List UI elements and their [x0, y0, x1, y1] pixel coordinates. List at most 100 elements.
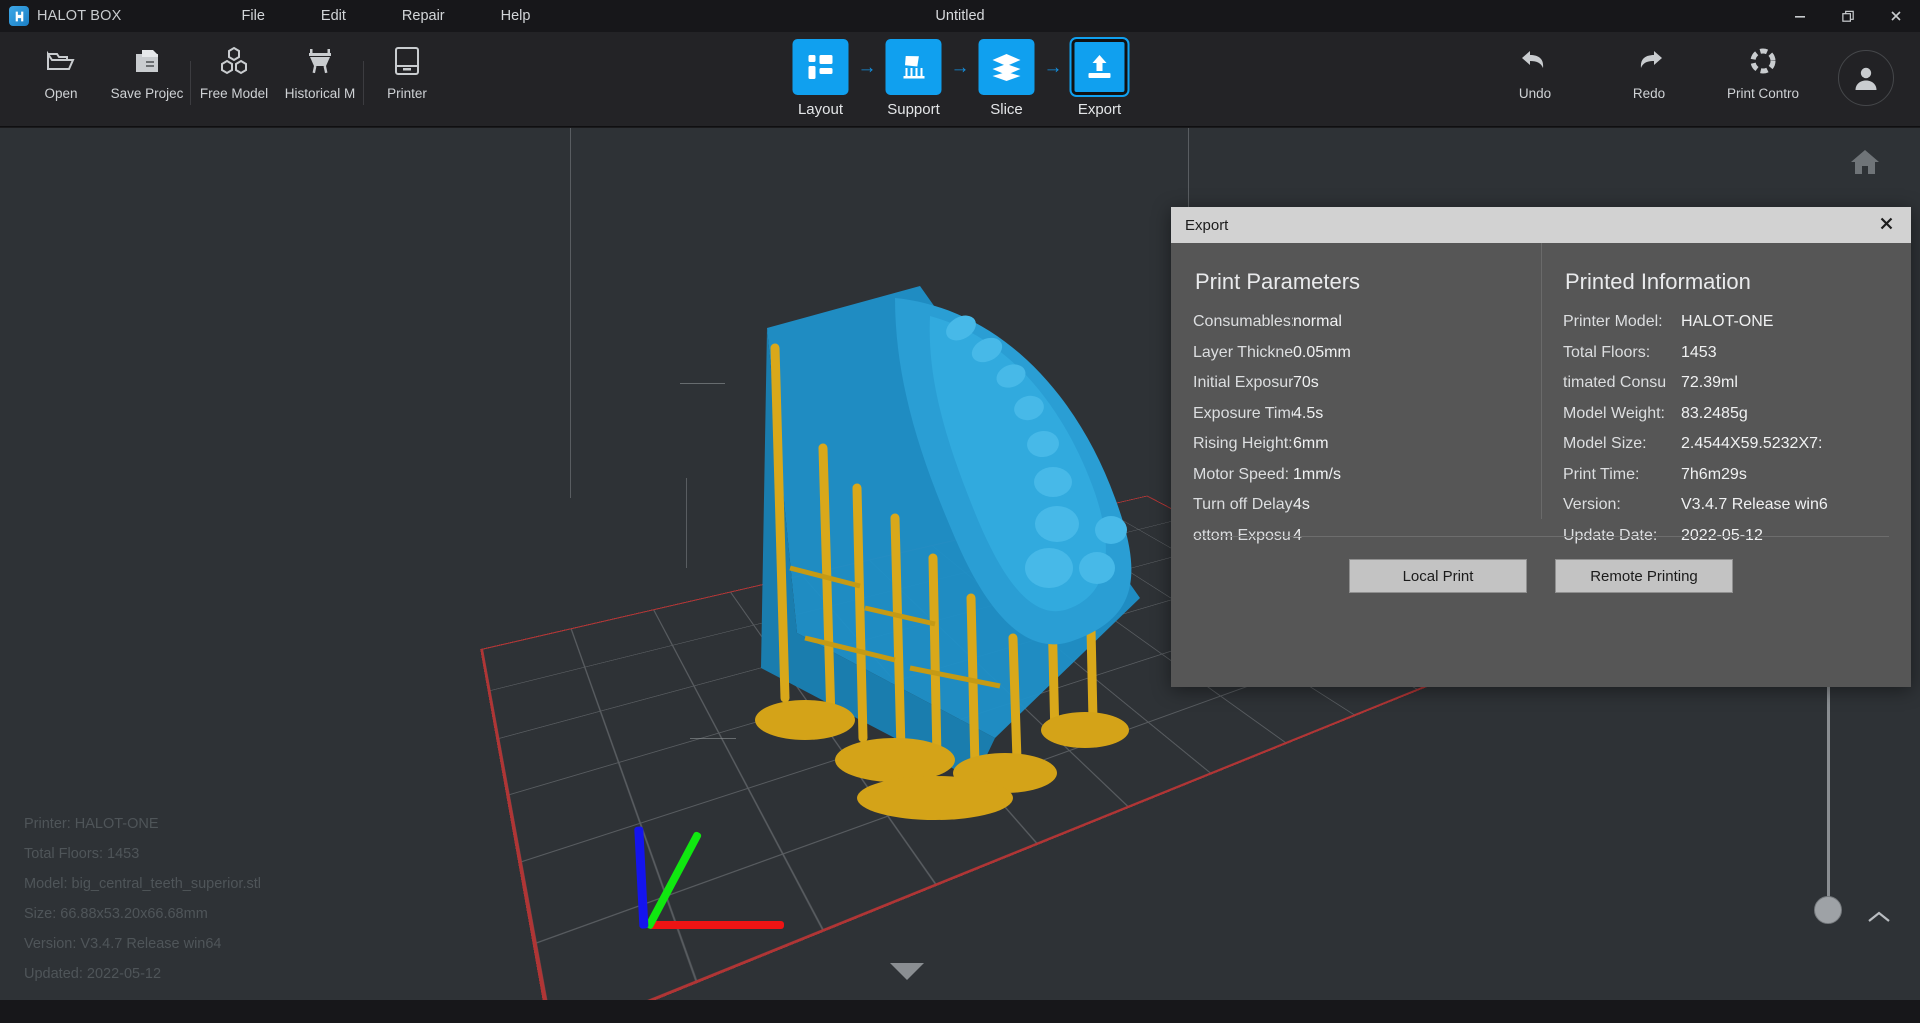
- save-project-icon: [133, 45, 161, 77]
- tool-historical-model[interactable]: Historical M: [277, 32, 363, 127]
- workflow-slice-label: Slice: [990, 101, 1023, 118]
- info-value: 72.39ml: [1681, 374, 1738, 391]
- print-parameters-heading: Print Parameters: [1195, 269, 1361, 294]
- workflow-export-label: Export: [1077, 101, 1122, 118]
- param-value: 4s: [1293, 496, 1310, 513]
- bottom-status-bar: [0, 1000, 1920, 1023]
- param-value: 6mm: [1293, 435, 1329, 452]
- info-row-total-floors: Total Floors: 1453: [1563, 344, 1889, 362]
- axis-gizmo: [634, 826, 800, 948]
- slider-knob[interactable]: [1814, 896, 1842, 924]
- view-slider[interactable]: [1808, 668, 1848, 938]
- chevron-up-icon[interactable]: [1866, 908, 1892, 931]
- tool-printer[interactable]: Printer: [364, 32, 450, 127]
- workflow-layout[interactable]: Layout: [792, 39, 849, 118]
- tool-free-model-label: Free Model: [199, 86, 269, 101]
- open-folder-icon: [46, 45, 76, 77]
- param-key: Motor Speed:: [1193, 465, 1290, 483]
- param-key: Exposure Time: [1193, 404, 1293, 422]
- column-divider: [1541, 243, 1542, 519]
- param-value: 4.5s: [1293, 404, 1324, 422]
- x-axis-indicator: [648, 921, 784, 929]
- tool-undo[interactable]: Undo: [1478, 32, 1592, 127]
- menu-repair[interactable]: Repair: [374, 8, 473, 24]
- param-key: Turn off Delay: [1193, 496, 1293, 513]
- redo-arrow-icon: [1634, 45, 1664, 77]
- export-dialog-titlebar: Export: [1171, 207, 1911, 243]
- title-bar: HALOT BOX File Edit Repair Help Untitled: [0, 0, 1920, 32]
- local-print-button[interactable]: Local Print: [1349, 559, 1527, 593]
- info-row-model-size: Model Size: 2.4544X59.5232X7:: [1563, 435, 1889, 453]
- minimize-button[interactable]: [1776, 0, 1824, 32]
- tool-redo[interactable]: Redo: [1592, 32, 1706, 127]
- tool-undo-label: Undo: [1518, 86, 1552, 101]
- workflow-layout-label: Layout: [797, 101, 844, 118]
- workflow-arrow-2: →: [950, 56, 970, 78]
- param-value: 1mm/s: [1293, 465, 1341, 483]
- tool-print-control[interactable]: Print Contro: [1706, 32, 1820, 127]
- workflow-slice[interactable]: Slice: [978, 39, 1035, 118]
- app-name: HALOT BOX: [37, 8, 122, 24]
- menu-file[interactable]: File: [214, 8, 293, 24]
- status-model: Model: big_central_teeth_superior.stl: [24, 876, 261, 892]
- param-value: normal: [1293, 313, 1342, 330]
- printed-information-heading: Printed Information: [1565, 269, 1751, 294]
- status-printer: Printer: HALOT-ONE: [24, 816, 159, 832]
- param-key: Initial Exposur: [1193, 374, 1293, 391]
- param-row-turn-off-delay: Turn off Delay 4s: [1193, 496, 1519, 514]
- info-row-printer-model: Printer Model: HALOT-ONE: [1563, 313, 1889, 331]
- tool-printer-label: Printer: [387, 86, 427, 101]
- bound-line-3: [686, 478, 687, 568]
- menu-edit[interactable]: Edit: [293, 8, 374, 24]
- info-key: Printer Model:: [1563, 313, 1663, 330]
- info-value: 1453: [1681, 343, 1717, 361]
- param-row-rising-height: Rising Height: 6mm: [1193, 435, 1519, 453]
- export-dialog-body: Print Parameters Consumables: normal Lay…: [1171, 243, 1911, 621]
- info-row-model-weight: Model Weight: 83.2485g: [1563, 405, 1889, 423]
- close-icon[interactable]: [1874, 215, 1899, 236]
- menu-help[interactable]: Help: [473, 8, 559, 24]
- close-button[interactable]: [1872, 0, 1920, 32]
- param-value: 0.05mm: [1293, 343, 1351, 361]
- down-triangle-icon: [890, 963, 924, 980]
- info-value: V3.4.7 Release win6: [1681, 496, 1828, 513]
- tool-historical-model-label: Historical M: [284, 86, 356, 101]
- workflow-export[interactable]: Export: [1071, 39, 1128, 118]
- maximize-restore-button[interactable]: [1824, 0, 1872, 32]
- tool-open[interactable]: Open: [18, 32, 104, 127]
- export-dialog-title: Export: [1185, 216, 1229, 234]
- info-value: HALOT-ONE: [1681, 313, 1774, 330]
- workflow-steps: Layout → Support → Slice → Export: [792, 39, 1128, 118]
- status-updated: Updated: 2022-05-12: [24, 966, 162, 982]
- window-controls: [1776, 0, 1920, 32]
- info-key: timated Consu: [1563, 374, 1667, 391]
- tool-save-project-label: Save Projec: [110, 86, 184, 101]
- status-overlay: Printer: HALOT-ONE Total Floors: 1453 Mo…: [24, 816, 261, 982]
- param-row-layer-thickness: Layer Thickne: 0.05mm: [1193, 344, 1519, 362]
- home-icon[interactable]: [1850, 148, 1880, 181]
- layout-icon: [792, 39, 849, 95]
- printer-icon: [394, 45, 420, 77]
- slider-track[interactable]: [1827, 668, 1830, 908]
- tool-free-model[interactable]: Free Model: [191, 32, 277, 127]
- support-icon: [885, 39, 942, 95]
- dental-model-3d[interactable]: [745, 268, 1215, 828]
- workflow-arrow-1: →: [857, 56, 877, 78]
- menu-bar: File Edit Repair Help: [214, 8, 559, 24]
- workflow-support[interactable]: Support: [885, 39, 942, 118]
- info-row-version: Version: V3.4.7 Release win6: [1563, 496, 1889, 514]
- workflow-arrow-3: →: [1043, 56, 1063, 78]
- status-size: Size: 66.88x53.20x66.68mm: [24, 906, 208, 922]
- user-avatar-icon[interactable]: [1838, 50, 1894, 106]
- remote-printing-button[interactable]: Remote Printing: [1555, 559, 1733, 593]
- tool-open-label: Open: [44, 86, 78, 101]
- halot-logo-icon: [9, 6, 29, 26]
- export-icon: [1071, 39, 1128, 95]
- workflow-support-label: Support: [887, 101, 940, 118]
- info-row-estimated-consumption: timated Consu 72.39ml: [1563, 374, 1889, 392]
- tool-save-project[interactable]: Save Projec: [104, 32, 190, 127]
- info-row-print-time: Print Time: 7h6m29s: [1563, 466, 1889, 484]
- param-row-exposure-time: Exposure Time 4.5s: [1193, 405, 1519, 423]
- free-model-icon: [218, 45, 250, 77]
- info-key: Model Size:: [1563, 435, 1647, 452]
